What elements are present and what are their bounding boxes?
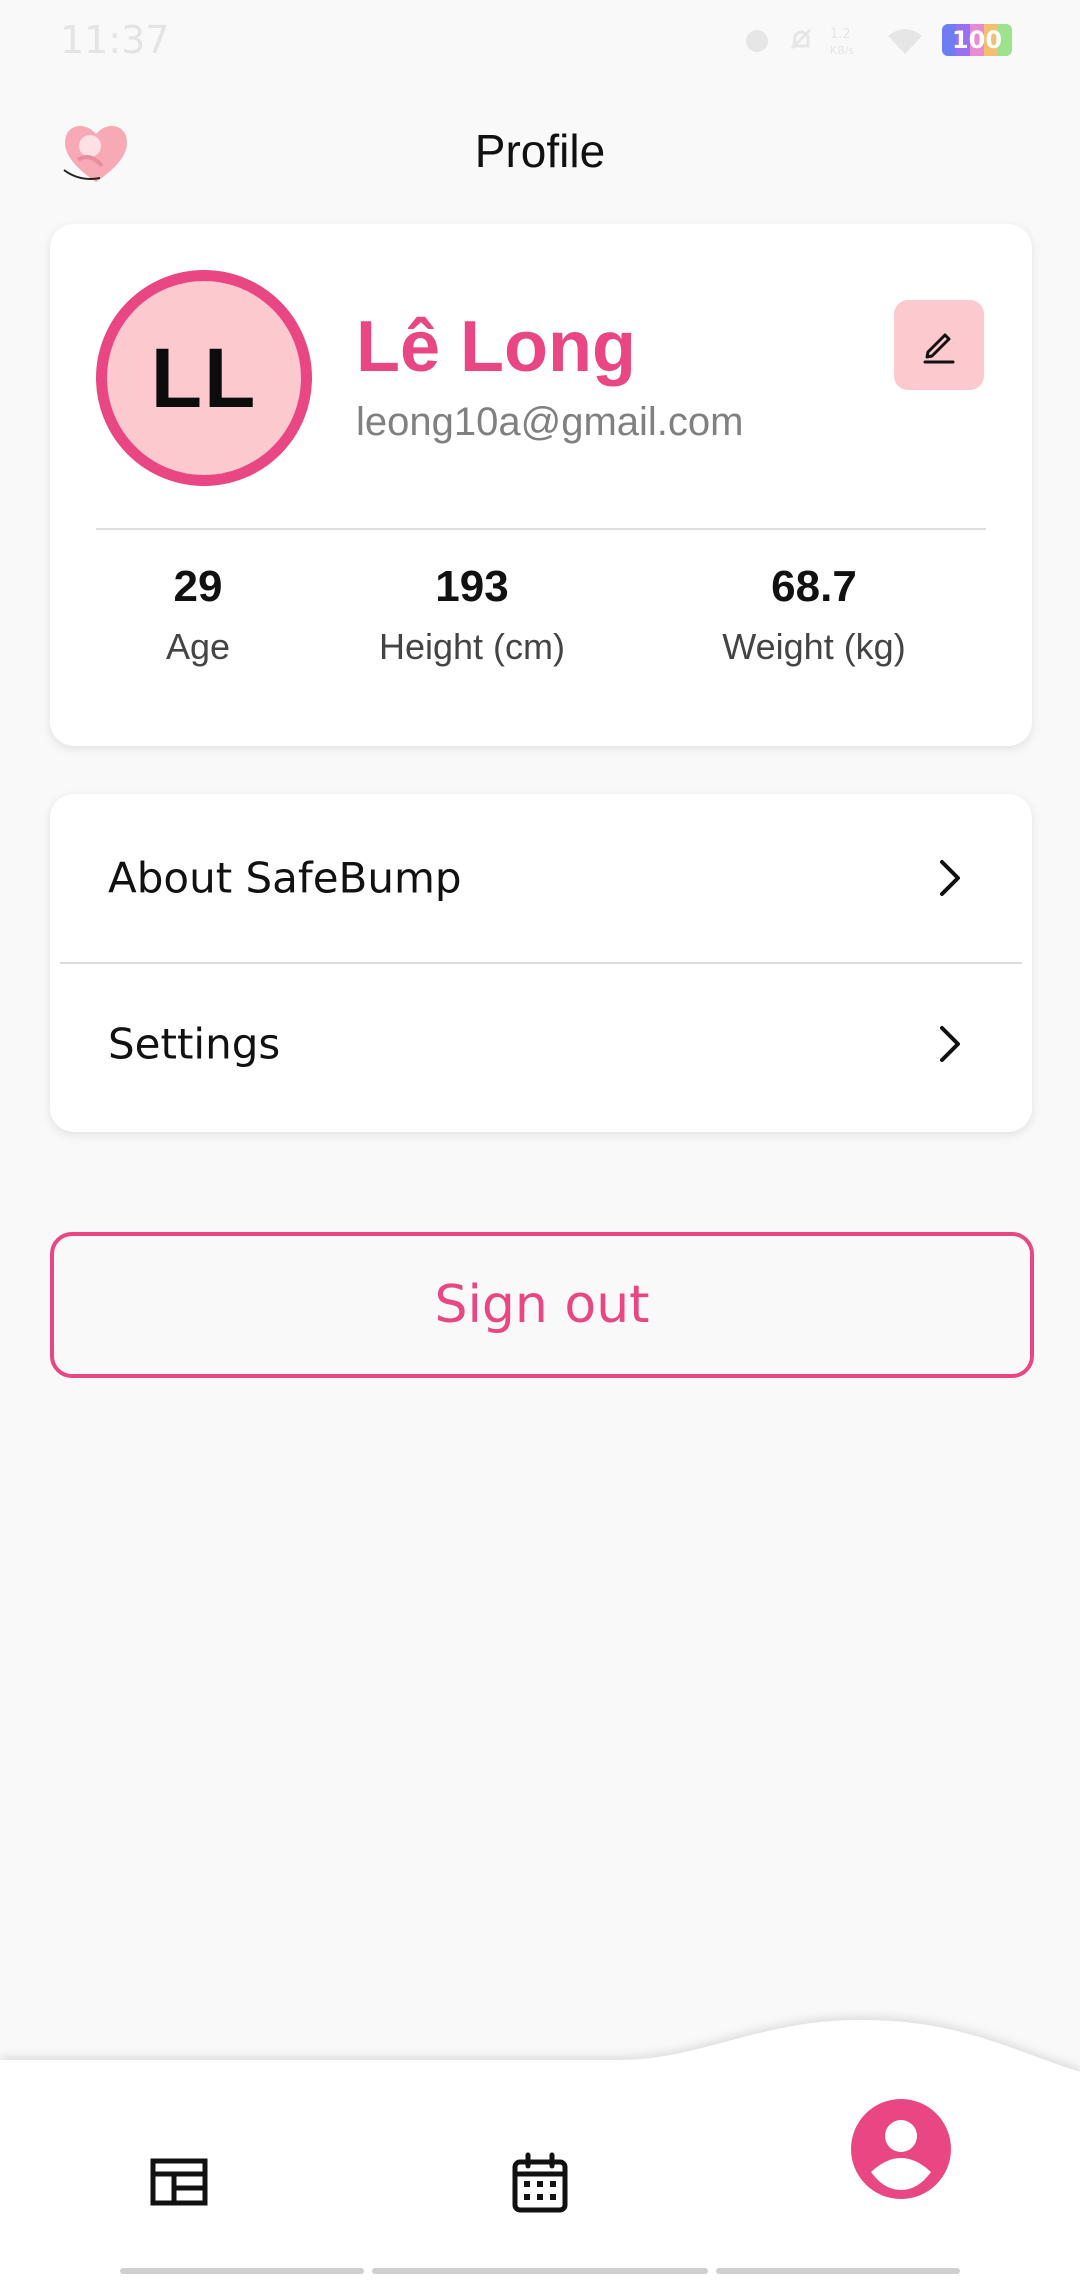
- wifi-icon: [888, 29, 922, 54]
- chevron-right-icon: [940, 860, 960, 896]
- status-bar: 11:37 1.2 KB/s 100: [0, 0, 1080, 84]
- battery-indicator: 100: [942, 24, 1012, 56]
- network-speed-icon: 1.2 KB/s: [830, 27, 854, 57]
- edit-profile-button[interactable]: [894, 300, 984, 390]
- profile-icon[interactable]: [850, 2098, 952, 2200]
- menu-item-settings[interactable]: Settings: [50, 964, 1032, 1124]
- sign-out-button[interactable]: Sign out: [50, 1232, 1034, 1378]
- stat-value: 29: [173, 562, 223, 611]
- battery-percent: 100: [951, 26, 1003, 54]
- calendar-icon[interactable]: [512, 2152, 568, 2214]
- page-title: Profile: [474, 125, 606, 177]
- stat-height: 193 Height (cm): [342, 562, 602, 668]
- stat-label: Age: [165, 626, 231, 667]
- stat-age: 29 Age: [68, 562, 328, 668]
- menu-item-label: About SafeBump: [108, 853, 462, 903]
- alarm-icon: [746, 30, 768, 52]
- menu-card: About SafeBump Settings: [50, 794, 1032, 1132]
- stat-weight: 68.7 Weight (kg): [684, 562, 944, 668]
- profile-divider: [96, 528, 986, 530]
- svg-text:1.2: 1.2: [830, 27, 851, 42]
- menu-item-about[interactable]: About SafeBump: [50, 798, 1032, 958]
- status-time: 11:37: [60, 18, 170, 62]
- stat-value: 193: [435, 562, 509, 611]
- avatar: LL: [96, 270, 312, 486]
- gesture-bar: [716, 2268, 960, 2274]
- svg-text:KB/s: KB/s: [830, 44, 854, 57]
- stat-value: 68.7: [771, 562, 857, 611]
- pencil-icon: [923, 333, 955, 364]
- gesture-bar: [120, 2268, 364, 2274]
- dashboard-icon[interactable]: [150, 2158, 208, 2206]
- stat-label: Weight (kg): [722, 626, 906, 667]
- chevron-right-icon: [940, 1026, 960, 1062]
- profile-card: LL Lê Long leong10a@gmail.com 29 Age 193…: [50, 224, 1032, 746]
- stat-label: Height (cm): [378, 626, 566, 667]
- mute-icon: [790, 28, 812, 50]
- user-name: Lê Long: [356, 307, 636, 387]
- menu-item-label: Settings: [108, 1019, 281, 1069]
- user-email: leong10a@gmail.com: [356, 400, 744, 444]
- gesture-bar: [372, 2268, 708, 2274]
